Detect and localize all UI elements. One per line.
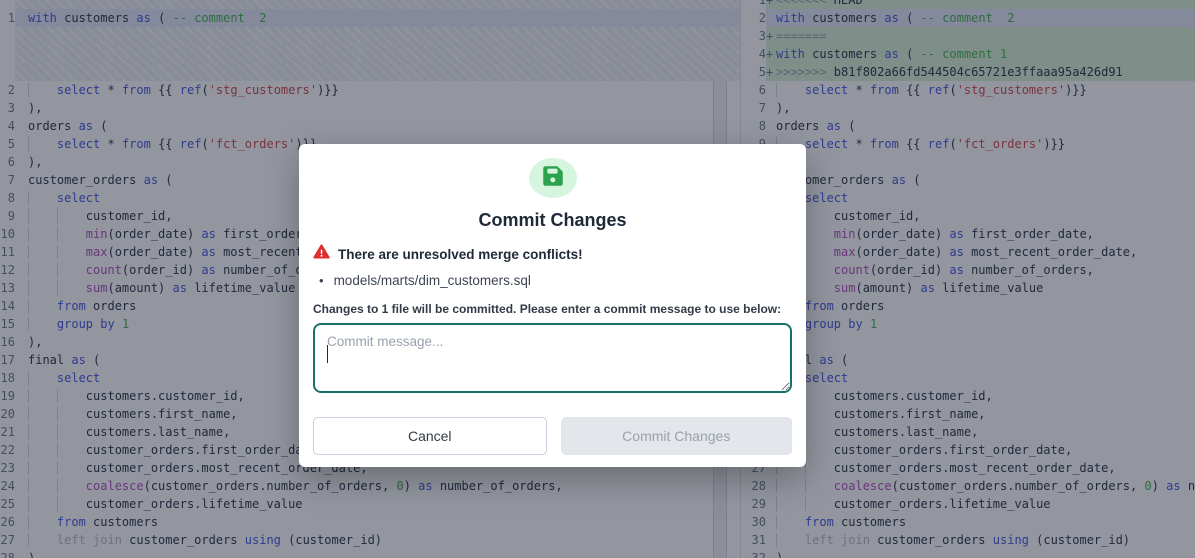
commit-changes-modal: Commit Changes There are unresolved merg… — [299, 144, 806, 467]
commit-changes-button[interactable]: Commit Changes — [561, 417, 793, 455]
modal-buttons: Cancel Commit Changes — [313, 417, 792, 455]
warning-icon — [313, 243, 330, 265]
conflicted-file-item: • models/marts/dim_customers.sql — [313, 273, 792, 288]
commit-message-input[interactable] — [313, 323, 792, 393]
save-icon-circle — [529, 158, 577, 198]
conflicted-file-name: models/marts/dim_customers.sql — [334, 273, 531, 288]
merge-conflict-warning: There are unresolved merge conflicts! — [313, 243, 792, 265]
bullet: • — [319, 273, 324, 288]
warning-text: There are unresolved merge conflicts! — [338, 247, 583, 262]
text-cursor — [327, 345, 328, 363]
save-icon — [540, 163, 566, 194]
modal-title: Commit Changes — [313, 210, 792, 231]
commit-instruction: Changes to 1 file will be committed. Ple… — [313, 302, 792, 316]
cancel-button[interactable]: Cancel — [313, 417, 547, 455]
dbt-ide-screen: 1with customers as ( -- comment 22 selec… — [0, 0, 1195, 558]
